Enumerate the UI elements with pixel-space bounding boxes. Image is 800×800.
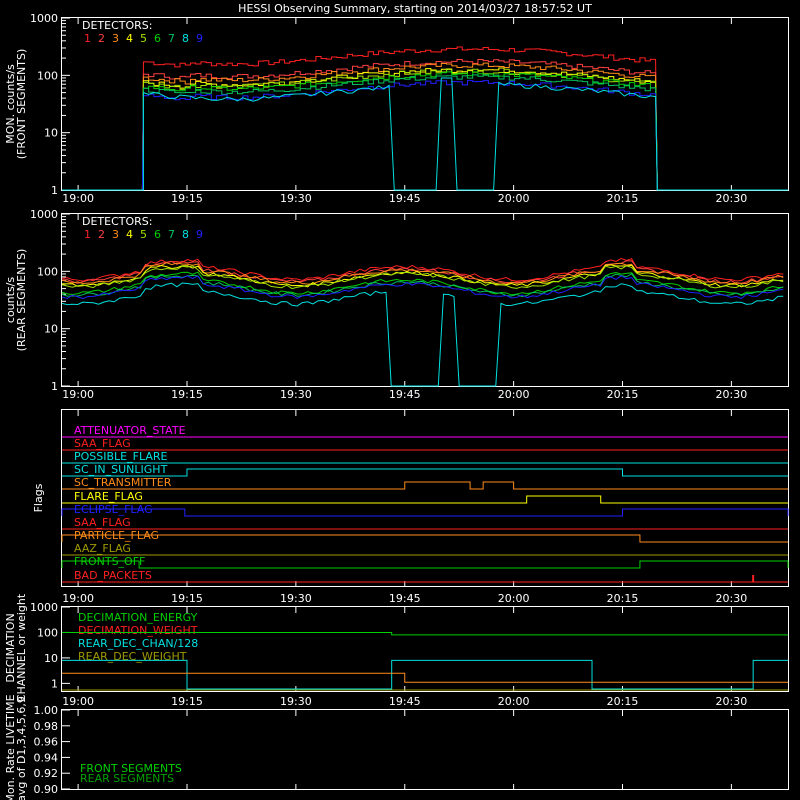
flag-label-2: POSSIBLE_FLARE [74, 450, 168, 463]
flag-label-5: FLARE_FLAG [74, 490, 143, 503]
hessi-summary-chart: HESSI Observing Summary, starting on 201… [0, 0, 800, 800]
dec-y-tick-label: 1 [51, 677, 58, 690]
rear-legend-detector-5: 5 [140, 228, 147, 241]
flag-label-7: SAA_FLAG [74, 516, 131, 529]
x-tick-label: 19:45 [389, 592, 421, 605]
x-tick-label: 19:30 [280, 192, 312, 205]
x-tick-label: 20:00 [498, 695, 530, 708]
x-tick-label: 19:15 [171, 592, 203, 605]
x-tick-label: 20:15 [607, 388, 639, 401]
x-tick-label: 19:30 [280, 388, 312, 401]
dec-y-tick-label: 10 [44, 652, 58, 665]
x-tick-label: 20:30 [716, 192, 748, 205]
live-y-tick-label: 0.90 [34, 783, 59, 796]
rear-legend-detector-7: 7 [168, 228, 175, 241]
front-legend-detector-9: 9 [196, 32, 203, 45]
x-tick-label: 19:15 [171, 695, 203, 708]
x-tick-label: 19:45 [389, 695, 421, 708]
x-tick-label: 20:15 [607, 695, 639, 708]
rear-legend-detector-2: 2 [98, 228, 105, 241]
rear-y-tick-label: 1 [51, 380, 58, 393]
chart-title: HESSI Observing Summary, starting on 201… [238, 2, 592, 15]
x-tick-label: 20:00 [498, 192, 530, 205]
x-tick-label: 19:30 [280, 592, 312, 605]
x-tick-label: 20:30 [716, 592, 748, 605]
x-tick-label: 19:15 [171, 192, 203, 205]
front-legend-detector-3: 3 [112, 32, 119, 45]
flag-label-1: SAA_FLAG [74, 437, 131, 450]
front-legend-detector-8: 8 [182, 32, 189, 45]
live-ylabel-2: avg of D1,3,4,5,6,9 [15, 696, 28, 800]
front-y-tick-label: 1000 [30, 12, 58, 25]
live-y-tick-label: 0.92 [34, 767, 59, 780]
front-legend-detector-4: 4 [126, 32, 133, 45]
live-y-tick-label: 0.98 [34, 720, 59, 733]
x-tick-label: 19:15 [171, 388, 203, 401]
dec-legend-3: REAR_DEC_WEIGHT [78, 650, 187, 663]
live-y-tick-label: 0.94 [34, 751, 59, 764]
dec-y-tick-label: 100 [37, 626, 58, 639]
front-legend-detector-2: 2 [98, 32, 105, 45]
front-legend-detector-7: 7 [168, 32, 175, 45]
x-tick-label: 19:45 [389, 192, 421, 205]
dec-legend-1: DECIMATION_WEIGHT [78, 624, 198, 637]
front-y-tick-label: 10 [44, 127, 58, 140]
rear-legend-detector-1: 1 [84, 228, 91, 241]
flag-label-3: SC_IN_SUNLIGHT [74, 463, 168, 476]
rear-y-tick-label: 1000 [30, 208, 58, 221]
x-tick-label: 19:00 [62, 695, 94, 708]
x-tick-label: 19:00 [62, 388, 94, 401]
front-legend-detector-1: 1 [84, 32, 91, 45]
front-y-tick-label: 100 [37, 69, 58, 82]
front-ylabel-2: (FRONT SEGMENTS) [15, 49, 28, 159]
x-tick-label: 20:00 [498, 592, 530, 605]
front-legend-title: DETECTORS: [82, 19, 152, 32]
flag-label-9: AAZ_FLAG [74, 542, 131, 555]
x-tick-label: 19:00 [62, 592, 94, 605]
x-tick-label: 20:00 [498, 388, 530, 401]
x-tick-label: 19:00 [62, 192, 94, 205]
flag-label-0: ATTENUATOR_STATE [74, 424, 186, 437]
front-legend-detector-5: 5 [140, 32, 147, 45]
dec-ylabel-2: CHANNEL or weight [15, 593, 28, 702]
rear-legend-title: DETECTORS: [82, 215, 152, 228]
x-tick-label: 20:15 [607, 592, 639, 605]
rear-y-tick-label: 100 [37, 265, 58, 278]
x-tick-label: 20:30 [716, 388, 748, 401]
flags-ylabel: Flags [32, 483, 45, 512]
front-legend-detector-6: 6 [154, 32, 161, 45]
rear-ylabel-2: (REAR SEGMENTS) [15, 249, 28, 352]
dec-legend-2: REAR_DEC_CHAN/128 [78, 637, 198, 650]
rear-legend-detector-6: 6 [154, 228, 161, 241]
rear-y-tick-label: 10 [44, 323, 58, 336]
rear-legend-detector-4: 4 [126, 228, 133, 241]
x-tick-label: 19:45 [389, 388, 421, 401]
live-y-tick-label: 0.96 [34, 736, 59, 749]
x-tick-label: 20:30 [716, 695, 748, 708]
flag-label-4: SC_TRANSMITTER [74, 476, 172, 489]
rear-legend-detector-8: 8 [182, 228, 189, 241]
live-legend-rear: REAR SEGMENTS [80, 772, 174, 785]
front-y-tick-label: 1 [51, 184, 58, 197]
dec-legend-0: DECIMATION_ENERGY [78, 611, 198, 624]
x-tick-label: 20:15 [607, 192, 639, 205]
flag-label-11: BAD_PACKETS [74, 569, 152, 582]
x-tick-label: 19:30 [280, 695, 312, 708]
rear-legend-detector-9: 9 [196, 228, 203, 241]
live-y-tick-label: 1.00 [34, 704, 59, 717]
dec-y-tick-label: 1000 [30, 601, 58, 614]
rear-legend-detector-3: 3 [112, 228, 119, 241]
